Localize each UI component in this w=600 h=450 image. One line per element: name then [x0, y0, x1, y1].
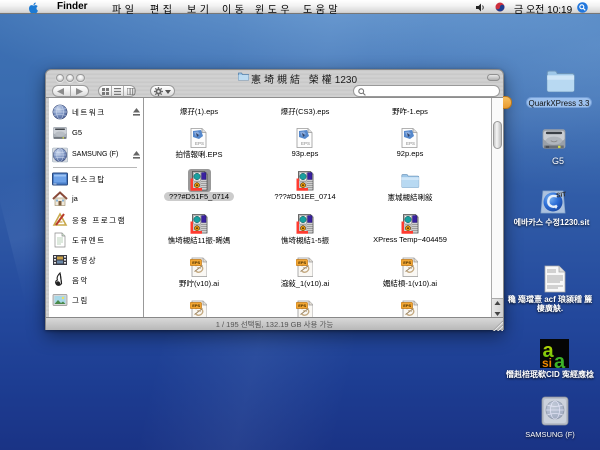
svg-text:si: si [542, 356, 552, 370]
svg-text:a: a [554, 351, 566, 370]
svg-text:SIT: SIT [556, 191, 567, 199]
